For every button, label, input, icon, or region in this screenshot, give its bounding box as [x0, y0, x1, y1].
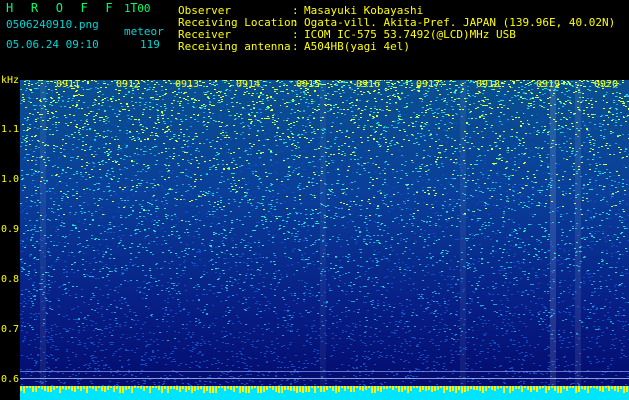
- app-name: H R O F F T: [6, 1, 143, 15]
- file-name: 0506240910.png: [6, 18, 99, 31]
- y-tick-label: 0.8: [1, 274, 20, 285]
- time-tick-label: 0911: [56, 79, 81, 90]
- y-tick-label: 1.1: [1, 124, 20, 135]
- spectrogram-plot: [20, 80, 629, 400]
- y-tick-label: 0.6: [1, 374, 20, 385]
- file-datetime: 05.06.24 09:10: [6, 38, 99, 51]
- antenna-value: A504HB(yagi 4el): [304, 40, 410, 53]
- time-tick-label: 0914: [236, 79, 261, 90]
- time-tick-label: 0916: [356, 79, 381, 90]
- time-tick-label: 0918: [476, 79, 501, 90]
- y-tick-label: 1.0: [1, 174, 20, 185]
- antenna-colon: :: [292, 40, 299, 53]
- meteor-count: 119: [140, 38, 160, 51]
- time-tick-label: 0912: [116, 79, 141, 90]
- meteor-label: meteor: [124, 25, 164, 38]
- time-tick-label: 0920: [594, 79, 619, 90]
- frequency-axis: kHz 1.1 1.0 0.9 0.8 0.7 0.6: [0, 76, 20, 400]
- time-tick-label: 0917: [416, 79, 441, 90]
- time-tick-label: 0913: [175, 79, 200, 90]
- app-version: 1.00: [124, 2, 151, 15]
- axis-unit-label: kHz: [1, 75, 20, 86]
- spectrogram-canvas: [20, 80, 629, 400]
- y-tick-label: 0.7: [1, 324, 20, 335]
- header-panel: H R O F F T 1.00 0506240910.png 05.06.24…: [0, 0, 629, 80]
- time-tick-label: 0919: [536, 79, 561, 90]
- y-tick-label: 0.9: [1, 224, 20, 235]
- antenna-key: Receiving antenna: [178, 40, 291, 53]
- time-tick-label: 0915: [296, 79, 321, 90]
